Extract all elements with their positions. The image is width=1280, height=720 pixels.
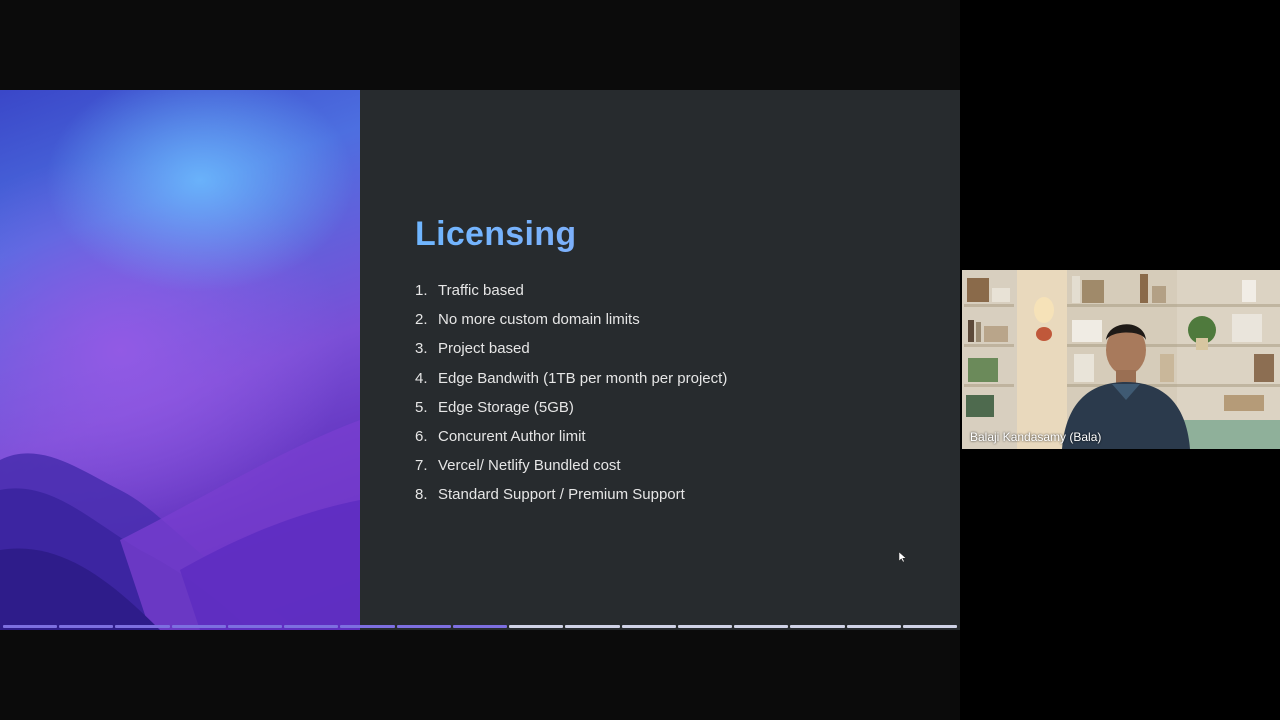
progress-segment[interactable] (59, 625, 114, 628)
slide-content: Licensing 1. Traffic based 2. No more custo… (415, 215, 935, 510)
presentation-slide: Licensing 1. Traffic based 2. No more custo… (0, 90, 960, 630)
licensing-list-item: 3. Project based (415, 334, 935, 363)
progress-segment[interactable] (790, 625, 845, 628)
licensing-list: 1. Traffic based 2. No more custom domain l… (415, 276, 935, 510)
progress-segment[interactable] (115, 625, 170, 628)
list-item-text: Edge Bandwith (1TB per month per project… (438, 369, 728, 387)
list-item-number: 4. (415, 369, 428, 387)
participant-name-label: Balaji Kandasamy (Bala) (970, 430, 1102, 444)
progress-segment[interactable] (734, 625, 789, 628)
progress-segment[interactable] (677, 625, 733, 628)
list-item-text: Standard Support / Premium Support (438, 486, 685, 504)
list-item-number: 8. (415, 486, 428, 504)
licensing-list-item: 5. Edge Storage (5GB) (415, 393, 935, 422)
participant-video-feed (962, 270, 1280, 449)
list-item-number: 2. (415, 311, 428, 329)
licensing-list-item: 7. Vercel/ Netlify Bundled cost (415, 451, 935, 480)
licensing-list-item: 6. Concurent Author limit (415, 422, 935, 451)
progress-segment[interactable] (284, 625, 339, 628)
licensing-list-item: 4. Edge Bandwith (1TB per month per proje… (415, 364, 935, 393)
progress-segment[interactable] (227, 625, 283, 628)
progress-segment[interactable] (171, 625, 226, 628)
participant-video-tile[interactable]: Balaji Kandasamy (Bala) (962, 270, 1280, 449)
slide-title: Licensing (415, 215, 935, 254)
progress-segment[interactable] (452, 625, 508, 628)
progress-segment[interactable] (509, 625, 564, 628)
licensing-list-item: 2. No more custom domain limits (415, 305, 935, 334)
progress-segment[interactable] (396, 625, 451, 628)
list-item-text: No more custom domain limits (438, 311, 640, 329)
list-item-text: Project based (438, 340, 530, 358)
list-item-number: 6. (415, 428, 428, 446)
licensing-list-item: 1. Traffic based (415, 276, 935, 305)
progress-segment[interactable] (846, 625, 901, 628)
progress-segment[interactable] (565, 625, 620, 628)
licensing-list-item: 8. Standard Support / Premium Support (415, 480, 935, 509)
screen-share-area: Licensing 1. Traffic based 2. No more custo… (0, 0, 960, 720)
progress-segment[interactable] (902, 625, 957, 628)
slide-decorative-image (0, 90, 360, 630)
list-item-number: 5. (415, 398, 428, 416)
list-item-text: Edge Storage (5GB) (438, 398, 574, 416)
mouse-cursor-icon (899, 552, 907, 562)
slide-progress-bar[interactable] (3, 625, 957, 629)
list-item-text: Concurent Author limit (438, 428, 586, 446)
progress-segment[interactable] (3, 625, 58, 628)
list-item-text: Vercel/ Netlify Bundled cost (438, 457, 621, 475)
list-item-number: 1. (415, 282, 428, 300)
list-item-number: 7. (415, 457, 428, 475)
progress-segment[interactable] (340, 625, 395, 628)
list-item-number: 3. (415, 340, 428, 358)
list-item-text: Traffic based (438, 282, 524, 300)
progress-segment[interactable] (621, 625, 676, 628)
meeting-screen: Licensing 1. Traffic based 2. No more custo… (0, 0, 1280, 720)
